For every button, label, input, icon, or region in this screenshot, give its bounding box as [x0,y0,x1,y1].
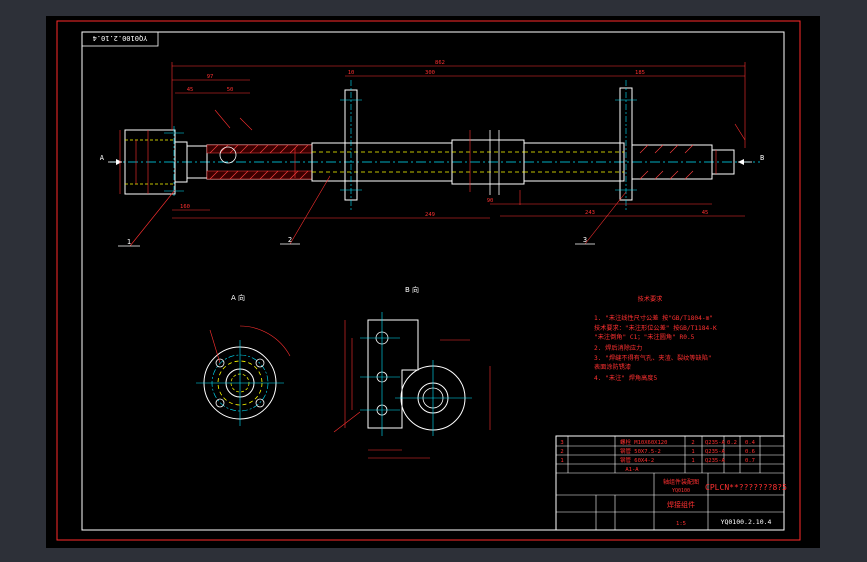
svg-text:B: B [760,154,764,162]
svg-text:0.6: 0.6 [745,449,755,455]
svg-text:螺栓 M10X60X120: 螺栓 M10X60X120 [620,438,667,446]
tech-req-title: 技术要求 [638,295,663,303]
drawing-code: YQ0100.2.10.4 [721,518,772,526]
svg-text:2: 2 [691,440,694,446]
part-name: 焊接组件 [667,500,695,509]
drawing-name: 轴组件装配图 [663,478,699,486]
drawing-subname: YQ0100 [672,488,690,494]
svg-text:"未注倒角" C1；"未注圆角" R0.5: "未注倒角" C1；"未注圆角" R0.5 [594,333,695,341]
svg-text:50: 50 [227,87,234,93]
svg-text:技术要求："未注形位公差" 按GB/T1184-K: 技术要求："未注形位公差" 按GB/T1184-K [594,324,717,332]
svg-text:1: 1 [691,449,694,455]
balloon-1: 1 [127,238,131,246]
svg-text:45: 45 [187,87,194,93]
svg-text:243: 243 [585,210,595,216]
svg-text:0.2: 0.2 [727,440,737,446]
svg-text:Q235-A: Q235-A [705,458,726,464]
svg-text:1. "未注线性尺寸公差 按"GB/T1804-m": 1. "未注线性尺寸公差 按"GB/T1804-m" [594,314,713,322]
drawing-canvas[interactable]: YQ0100.2.10.4 A B 862 300 185 10 97 45 5… [0,0,867,562]
svg-text:97: 97 [207,74,214,80]
bom-row-1: 3 [560,440,563,446]
drawing-scale: 1:5 [676,521,686,527]
company-name: CPLCN**???????8?5 [705,483,787,492]
svg-text:160: 160 [180,204,190,210]
svg-text:4. "未注" 焊角高度5: 4. "未注" 焊角高度5 [594,374,657,382]
svg-text:45: 45 [702,210,709,216]
viewport[interactable] [46,16,820,548]
svg-text:2. 焊后消除应力: 2. 焊后消除应力 [594,344,642,352]
balloon-2: 2 [288,236,292,244]
svg-text:0.7: 0.7 [745,458,755,464]
svg-text:300: 300 [425,70,435,76]
svg-text:Q235-A: Q235-A [705,449,726,455]
svg-text:Q235-A: Q235-A [705,440,726,446]
bom-row-2: 2 [560,449,563,455]
bom-row-3: 1 [560,458,563,464]
svg-text:185: 185 [635,70,645,76]
svg-text:90: 90 [487,198,494,204]
svg-text:10: 10 [348,70,355,76]
svg-text:3. "焊缝不得有气孔、夹渣、裂纹等缺陷": 3. "焊缝不得有气孔、夹渣、裂纹等缺陷" [594,354,712,362]
svg-text:862: 862 [435,60,445,66]
svg-text:1: 1 [691,458,694,464]
top-drawing-code: YQ0100.2.10.4 [93,34,148,42]
svg-text:0.4: 0.4 [745,440,756,446]
balloon-3: 3 [583,236,587,244]
svg-text:A 向: A 向 [231,293,245,302]
svg-text:A1-A: A1-A [625,467,639,473]
svg-text:钢管 50X7.5-2: 钢管 50X7.5-2 [620,447,661,455]
svg-text:钢管 60X4-2: 钢管 60X4-2 [620,456,654,464]
svg-text:249: 249 [425,212,435,218]
svg-text:表面涂防锈漆: 表面涂防锈漆 [594,363,631,371]
svg-text:B 向: B 向 [405,285,419,294]
